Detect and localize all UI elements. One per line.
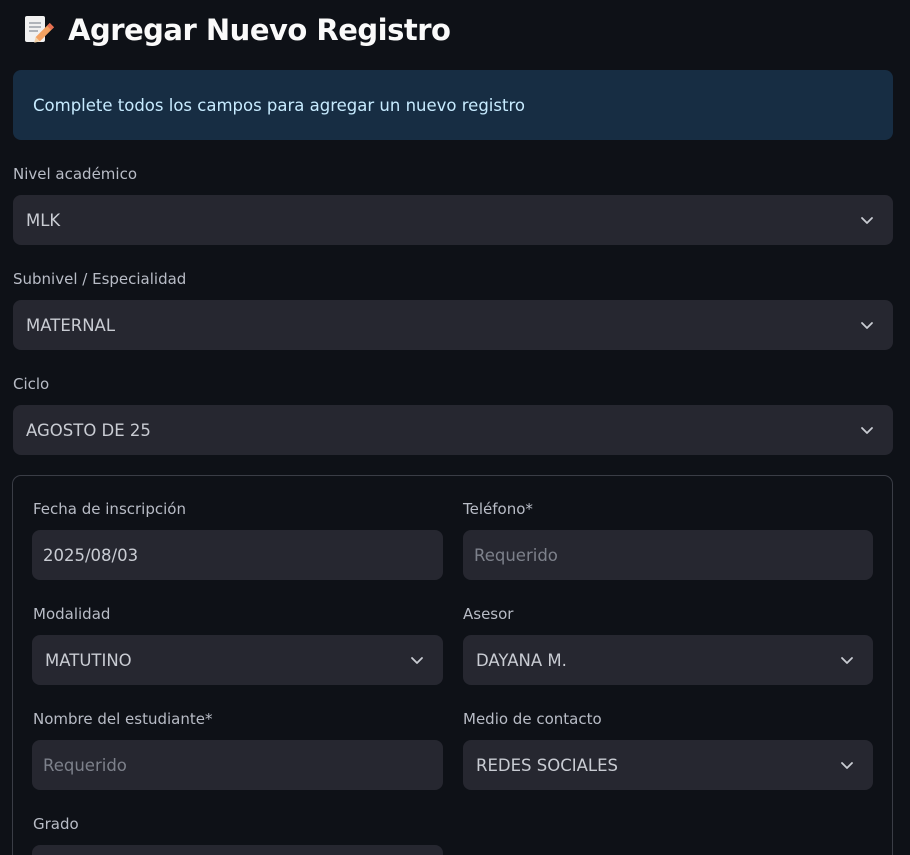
chevron-down-icon	[839, 757, 855, 773]
page: Agregar Nuevo Registro Complete todos lo…	[0, 0, 910, 855]
memo-pencil-icon	[20, 13, 55, 47]
medio-label: Medio de contacto	[463, 710, 602, 728]
fecha-value: 2025/08/03	[43, 545, 139, 565]
ciclo-select[interactable]: AGOSTO DE 25	[13, 405, 893, 455]
chevron-down-icon	[409, 652, 425, 668]
nivel-value: MLK	[26, 210, 61, 230]
modalidad-value: MATUTINO	[45, 650, 132, 670]
nivel-select[interactable]: MLK	[13, 195, 893, 245]
ciclo-label: Ciclo	[13, 375, 50, 393]
subnivel-select[interactable]: MATERNAL	[13, 300, 893, 350]
telefono-input[interactable]: Requerido	[463, 530, 873, 580]
nombre-label: Nombre del estudiante*	[33, 710, 213, 728]
grado-label: Grado	[33, 815, 79, 833]
page-header: Agregar Nuevo Registro	[20, 8, 451, 52]
medio-value: REDES SOCIALES	[476, 755, 618, 775]
fecha-label: Fecha de inscripción	[33, 500, 186, 518]
nivel-label: Nivel académico	[13, 165, 138, 183]
asesor-label: Asesor	[463, 605, 514, 623]
modalidad-select[interactable]: MATUTINO	[32, 635, 443, 685]
asesor-select[interactable]: DAYANA M.	[463, 635, 873, 685]
chevron-down-icon	[839, 652, 855, 668]
telefono-label: Teléfono*	[463, 500, 533, 518]
nombre-input[interactable]: Requerido	[32, 740, 443, 790]
page-title: Agregar Nuevo Registro	[68, 13, 451, 47]
fecha-input[interactable]: 2025/08/03	[32, 530, 443, 580]
asesor-value: DAYANA M.	[476, 650, 567, 670]
info-alert: Complete todos los campos para agregar u…	[13, 70, 893, 140]
chevron-down-icon	[859, 422, 875, 438]
subnivel-label: Subnivel / Especialidad	[13, 270, 187, 288]
medio-select[interactable]: REDES SOCIALES	[463, 740, 873, 790]
subnivel-value: MATERNAL	[26, 315, 116, 335]
ciclo-value: AGOSTO DE 25	[26, 420, 151, 440]
telefono-placeholder: Requerido	[474, 545, 558, 565]
nombre-placeholder: Requerido	[43, 755, 127, 775]
grado-select[interactable]	[32, 845, 443, 855]
info-message: Complete todos los campos para agregar u…	[33, 95, 525, 115]
chevron-down-icon	[859, 212, 875, 228]
modalidad-label: Modalidad	[33, 605, 111, 623]
chevron-down-icon	[859, 317, 875, 333]
